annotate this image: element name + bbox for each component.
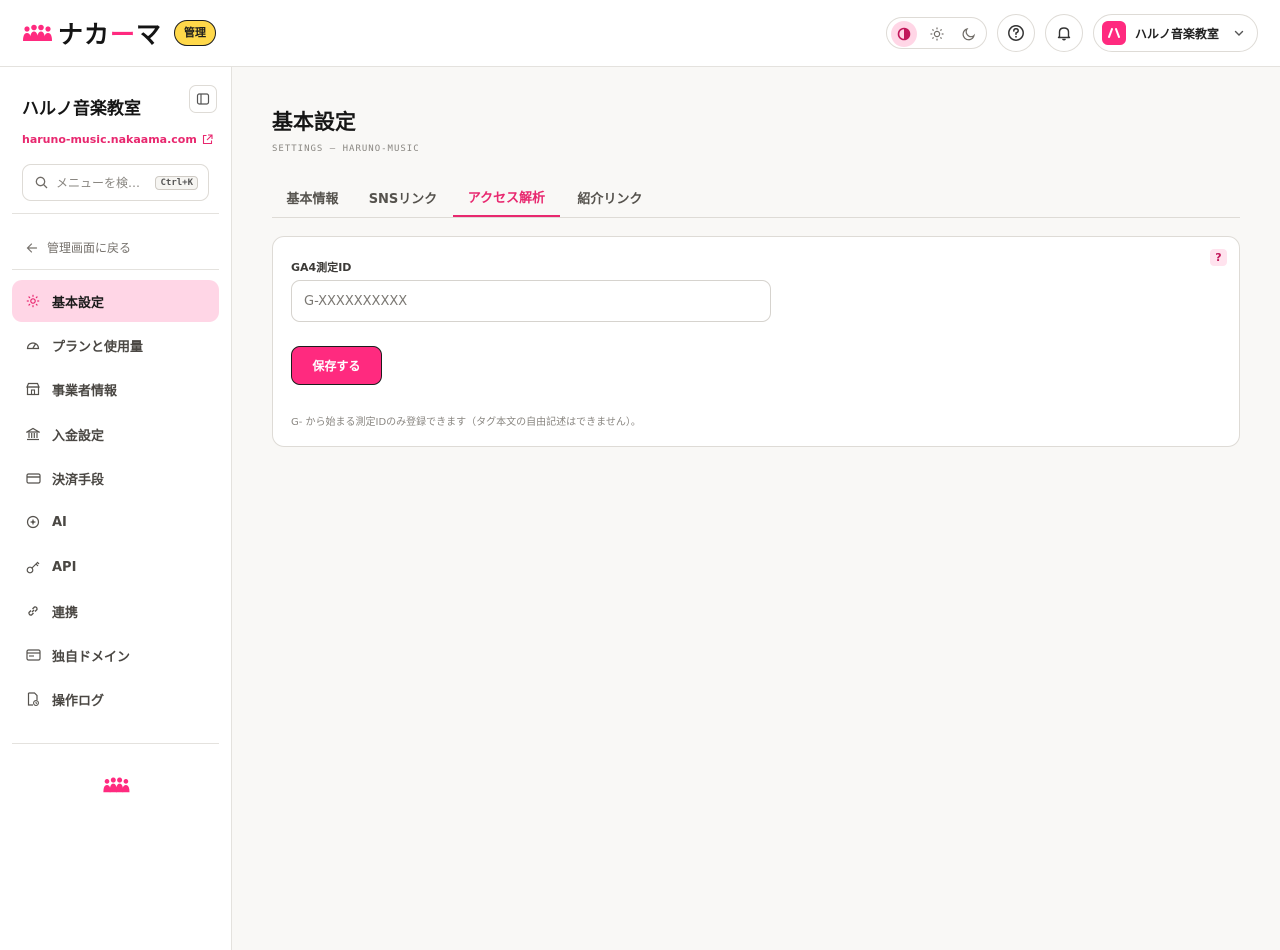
save-button[interactable]: 保存する — [291, 346, 382, 385]
sidebar-item-payment-methods[interactable]: 決済手段 — [12, 457, 219, 499]
notifications-button[interactable] — [1045, 14, 1083, 52]
search-placeholder: メニューを検… — [56, 176, 141, 190]
community-logo-icon — [103, 777, 130, 793]
page-subtitle: SETTINGS — HARUNO-MUSIC — [272, 144, 420, 154]
gauge-icon — [26, 342, 40, 350]
page-title: 基本設定 — [272, 110, 356, 134]
ai-icon — [26, 515, 40, 529]
help-circle-icon — [1008, 25, 1024, 41]
sidebar-item-ai[interactable]: AI — [12, 501, 219, 543]
field-help-icon[interactable]: ? — [1210, 249, 1227, 266]
bell-icon — [1057, 27, 1071, 41]
contrast-icon — [897, 27, 911, 41]
top-header: ナカーマ 管理 ハルノ音楽教室 — [0, 0, 1280, 67]
tab-sns-links[interactable]: SNSリンク — [355, 178, 451, 217]
sidebar-item-activity-log[interactable]: 操作ログ — [12, 678, 219, 720]
key-icon — [26, 561, 40, 574]
admin-badge: 管理 — [174, 20, 217, 46]
theme-switcher — [886, 17, 987, 49]
menu-search[interactable]: メニューを検… Ctrl+K — [22, 164, 209, 201]
sidebar-item-api[interactable]: API — [12, 546, 219, 588]
community-logo-icon — [23, 24, 52, 41]
back-to-admin-link[interactable]: 管理画面に戻る — [26, 239, 131, 256]
sidebar-item-plan-usage[interactable]: プランと使用量 — [12, 324, 219, 366]
sidebar-divider — [12, 743, 219, 744]
sidebar-item-integrations[interactable]: 連携 — [12, 590, 219, 632]
tab-basic-info[interactable]: 基本情報 — [272, 178, 353, 217]
sidebar-item-payout-settings[interactable]: 入金設定 — [12, 413, 219, 455]
analytics-card: ? GA4測定ID 保存する G- から始まる測定IDのみ登録できます（タグ本文… — [272, 236, 1240, 447]
gear-icon — [26, 294, 40, 308]
sidebar-toggle-icon — [196, 93, 210, 105]
account-avatar — [1102, 21, 1126, 45]
org-name: ハルノ音楽教室 — [22, 99, 141, 119]
moon-icon — [962, 27, 976, 41]
tab-referral-links[interactable]: 紹介リンク — [562, 178, 658, 217]
link-icon — [28, 606, 38, 616]
external-link-icon — [202, 134, 213, 145]
browser-icon — [25, 649, 41, 661]
brand-name: ナカーマ — [58, 20, 163, 49]
settings-tabs: 基本情報 SNSリンク アクセス解析 紹介リンク — [272, 178, 1240, 218]
arrow-left-icon — [26, 242, 38, 253]
theme-dark-button[interactable] — [956, 21, 982, 47]
sidebar-divider — [12, 213, 219, 214]
sidebar-item-custom-domain[interactable]: 独自ドメイン — [12, 634, 219, 676]
log-file-icon — [27, 692, 39, 706]
bank-icon — [26, 427, 40, 441]
theme-system-button[interactable] — [891, 21, 917, 47]
sun-icon — [930, 27, 944, 41]
ga4-id-label: GA4測定ID — [291, 261, 352, 274]
ga4-id-hint: G- から始まる測定IDのみ登録できます（タグ本文の自由記述はできません）。 — [291, 417, 641, 428]
sidebar-item-business-info[interactable]: 事業者情報 — [12, 368, 219, 410]
chevron-down-icon — [1234, 30, 1244, 36]
sidebar-collapse-button[interactable] — [189, 85, 217, 113]
store-icon — [26, 382, 40, 396]
search-shortcut: Ctrl+K — [155, 176, 198, 190]
brand[interactable]: ナカーマ 管理 — [22, 18, 217, 49]
tab-analytics[interactable]: アクセス解析 — [453, 178, 560, 217]
account-menu-button[interactable]: ハルノ音楽教室 — [1093, 14, 1258, 52]
theme-light-button[interactable] — [924, 21, 950, 47]
sidebar: ハルノ音楽教室 haruno-music.nakaama.com メニューを検…… — [0, 67, 232, 950]
help-button[interactable] — [997, 14, 1035, 52]
search-icon — [35, 176, 48, 189]
sidebar-divider — [12, 269, 219, 270]
credit-card-icon — [25, 473, 41, 484]
sidebar-item-basic-settings[interactable]: 基本設定 — [12, 280, 219, 322]
account-name: ハルノ音楽教室 — [1135, 26, 1220, 41]
org-initial-icon — [1108, 28, 1120, 38]
ga4-id-input[interactable] — [291, 280, 771, 322]
org-url-link[interactable]: haruno-music.nakaama.com — [22, 133, 213, 146]
